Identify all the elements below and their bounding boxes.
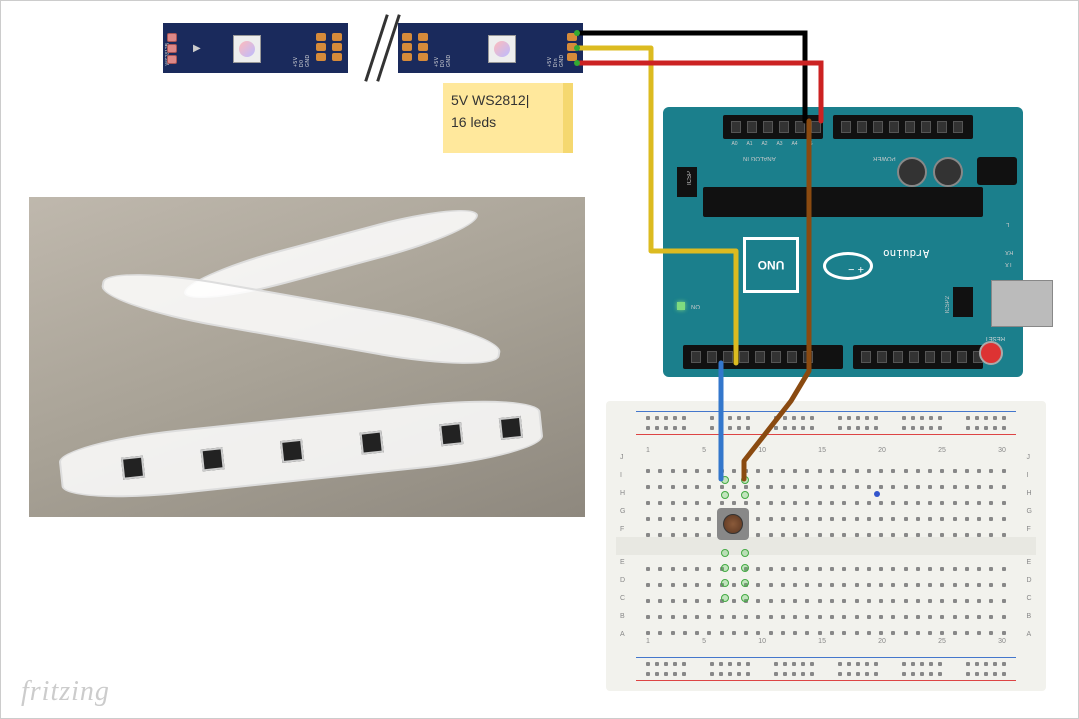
uno-label: UNO [743, 237, 799, 293]
ws2812-led-strip: WS2812B ▶ +5V D0 GND [163, 23, 583, 73]
reset-label: RESET [985, 335, 1005, 341]
power-on-led [677, 302, 685, 310]
led-chip [233, 35, 261, 63]
push-button [717, 508, 749, 540]
power-label: POWER [873, 155, 896, 161]
reference-photo [29, 197, 585, 517]
diagram-canvas: WS2812B ▶ +5V D0 GND [0, 0, 1079, 719]
arduino-uno-board: A0A1 A2A3 A4A5 ANALOG IN POWER UNO Ardui… [663, 107, 1023, 377]
fritzing-watermark: fritzing [21, 676, 110, 708]
dc-barrel-jack [977, 157, 1017, 185]
pad-label-gnd: GND [305, 29, 311, 67]
breadboard: 151015202530 151015202530 JIHGFEDCBA JIH… [606, 401, 1046, 691]
icsp2-header [953, 287, 973, 317]
arduino-logo-icon [823, 252, 873, 280]
strip-output-pads [567, 31, 579, 65]
sticky-note: 5V WS2812| 16 leds [443, 83, 573, 153]
atmega-chip [703, 187, 983, 217]
sticky-line1: 5V WS2812| [451, 89, 555, 111]
reset-button [979, 341, 1003, 365]
usb-port [991, 280, 1053, 327]
analog-in-label: ANALOG IN [743, 155, 776, 161]
stray-dot [874, 491, 880, 497]
led-chip [488, 35, 516, 63]
arduino-brand-label: Arduino [883, 247, 929, 260]
sticky-line2: 16 leds [451, 111, 555, 133]
flow-arrow-icon: ▶ [193, 43, 201, 54]
